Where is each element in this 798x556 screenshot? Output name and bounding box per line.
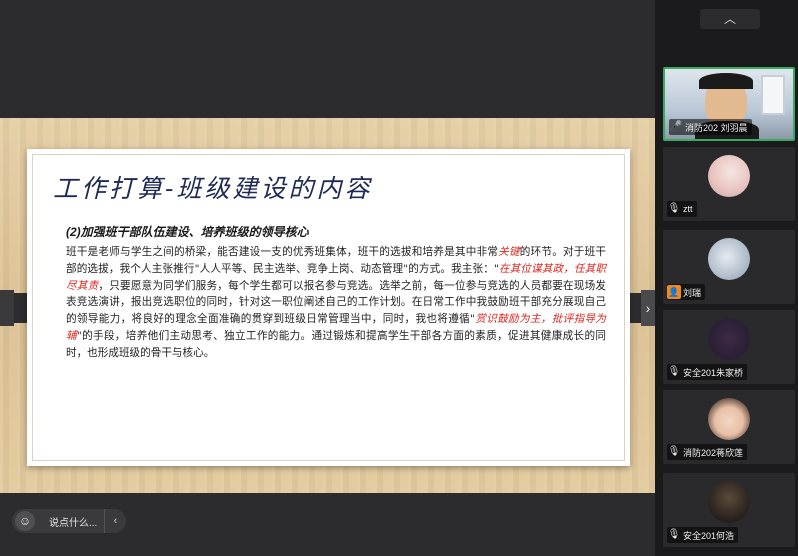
participant-name: 安全201朱家桥 bbox=[683, 367, 744, 378]
participant-tile[interactable]: 🎙 安全201何浩 bbox=[663, 473, 795, 547]
participant-label: 🎙 安全201朱家桥 bbox=[667, 364, 748, 380]
chevron-up-icon: ︿ bbox=[723, 12, 736, 26]
mic-off-icon: 🎙 bbox=[667, 366, 681, 377]
mic-off-icon: 🎙 bbox=[667, 446, 681, 457]
participant-tile[interactable]: 🎙 消防202蒋欣莲 bbox=[663, 390, 795, 464]
chat-input[interactable]: 说点什么... bbox=[49, 514, 97, 529]
chevron-right-icon: › bbox=[645, 300, 651, 316]
chevron-left-icon: ‹ bbox=[113, 515, 118, 527]
participant-tile[interactable]: 👤 刘瑞 bbox=[663, 230, 795, 304]
screen-share-area: › 工作打算-班级建设的内容 (2)加强班干部队伍建设、培养班级的领导核心 班干… bbox=[0, 0, 655, 556]
mic-off-icon: 🎙 bbox=[667, 203, 681, 214]
mic-on-icon: 🎤 bbox=[669, 121, 683, 132]
top-band bbox=[0, 0, 655, 118]
slide-body-text: 班干是老师与学生之间的桥梁，能否建设一支的优秀班集体，班干的选拔和培养是其中非常… bbox=[66, 244, 606, 362]
participant-name: ztt bbox=[683, 204, 693, 214]
participant-tile[interactable]: 🎙 安全201朱家桥 bbox=[663, 310, 795, 384]
participant-tile[interactable]: 🎙 ztt bbox=[663, 147, 795, 221]
participant-label: 🎤 消防202 刘羽晨 bbox=[669, 119, 752, 135]
avatar bbox=[708, 155, 750, 197]
emoji-icon[interactable]: ☺ bbox=[15, 511, 35, 531]
chat-collapse-button[interactable]: ‹ bbox=[104, 509, 126, 533]
body-segment: 班干是老师与学生之间的桥梁，能否建设一支的优秀班集体，班干的选拔和培养是其中非常 bbox=[66, 246, 499, 258]
presentation-slide: 工作打算-班级建设的内容 (2)加强班干部队伍建设、培养班级的领导核心 班干是老… bbox=[27, 149, 630, 466]
participant-name: 消防202 刘羽晨 bbox=[685, 122, 748, 133]
participant-name: 安全201何浩 bbox=[683, 530, 735, 541]
left-handle bbox=[0, 290, 14, 326]
participant-name: 刘瑞 bbox=[683, 287, 702, 298]
avatar bbox=[708, 238, 750, 280]
participant-label: 🎙 安全201何浩 bbox=[667, 527, 739, 543]
slide-frame: 工作打算-班级建设的内容 (2)加强班干部队伍建设、培养班级的领导核心 班干是老… bbox=[32, 154, 625, 461]
user-icon: 👤 bbox=[667, 285, 681, 299]
highlight-segment: 关键 bbox=[498, 246, 520, 258]
body-segment: "的手段，培养他们主动思考、独立工作的能力。通过锻炼和提高学生干部各方面的素质，… bbox=[66, 329, 606, 359]
slide-edge-left bbox=[14, 293, 28, 323]
participant-name: 消防202蒋欣莲 bbox=[683, 447, 744, 458]
participant-panel: ︿ 🎤 消防202 刘羽晨 🎙 ztt 👤 刘瑞 🎙 安全201朱家桥 🎙 消防… bbox=[655, 0, 798, 556]
avatar bbox=[708, 318, 750, 360]
person-hair bbox=[699, 73, 753, 89]
avatar bbox=[708, 481, 750, 523]
mic-off-icon: 🎙 bbox=[667, 529, 681, 540]
participant-label: 👤 刘瑞 bbox=[667, 284, 706, 300]
avatar bbox=[708, 398, 750, 440]
window-bg bbox=[761, 75, 785, 115]
collapse-panel-button[interactable]: ︿ bbox=[700, 9, 760, 29]
participant-label: 🎙 消防202蒋欣莲 bbox=[667, 444, 748, 460]
participant-tile[interactable]: 🎤 消防202 刘羽晨 bbox=[663, 67, 795, 141]
slide-title: 工作打算-班级建设的内容 bbox=[53, 174, 373, 203]
expand-panel-button[interactable]: › bbox=[641, 290, 655, 326]
slide-subheading: (2)加强班干部队伍建设、培养班级的领导核心 bbox=[66, 225, 309, 239]
participant-label: 🎙 ztt bbox=[667, 201, 697, 217]
